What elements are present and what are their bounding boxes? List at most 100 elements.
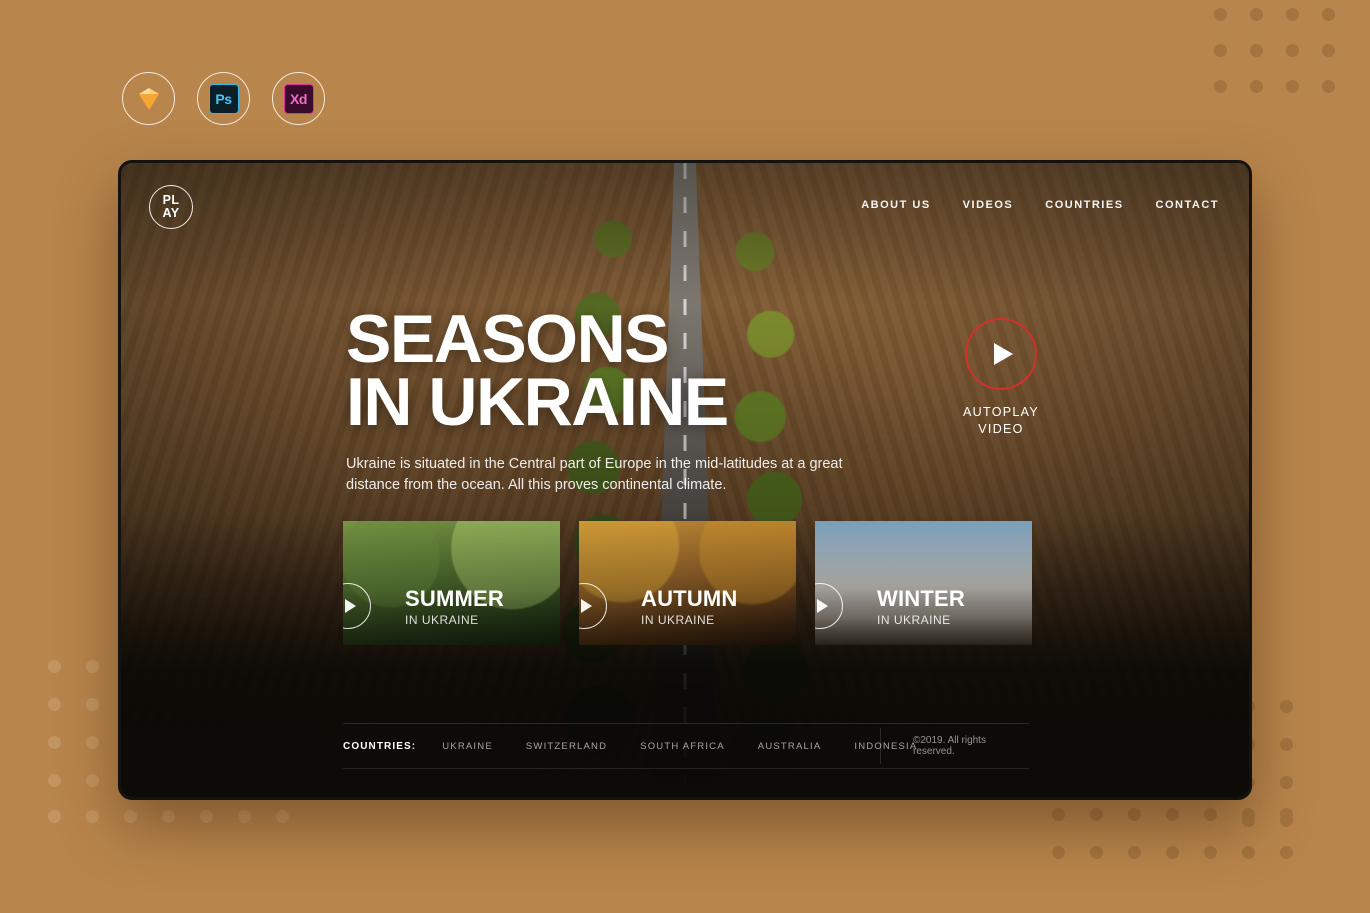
- main-nav: ABOUT US VIDEOS COUNTRIES CONTACT: [861, 199, 1219, 211]
- decorative-dot: [86, 810, 99, 823]
- page-title: SEASONS IN UKRAINE: [346, 305, 858, 441]
- decorative-dot: [1280, 776, 1293, 789]
- decorative-dot: [1052, 808, 1065, 821]
- hero-subtitle: Ukraine is situated in the Central part …: [346, 456, 843, 494]
- decorative-dot: [1322, 80, 1335, 93]
- hero-headline-block: SEASONS IN UKRAINE Ukraine is situated i…: [346, 305, 858, 496]
- autumn-card-title: AUTUMN: [641, 586, 738, 611]
- autumn-card-text: AUTUMN IN UKRAINE: [641, 586, 738, 628]
- decorative-dot: [1214, 80, 1227, 93]
- decorative-dot: [1322, 44, 1335, 57]
- decorative-dot: [86, 736, 99, 749]
- decorative-dot: [1322, 8, 1335, 21]
- decorative-dot: [1242, 846, 1255, 859]
- dot-grid-top-right: [1214, 8, 1358, 116]
- decorative-dot: [1128, 808, 1141, 821]
- footer-country-ukraine[interactable]: UKRAINE: [442, 741, 493, 752]
- decorative-dot: [1090, 808, 1103, 821]
- decorative-dot: [238, 810, 251, 823]
- winter-card-title: WINTER: [877, 586, 965, 611]
- winter-card-subtitle: IN UKRAINE: [877, 613, 951, 627]
- nav-item-countries[interactable]: COUNTRIES: [1045, 199, 1123, 211]
- footer-countries-label: COUNTRIES:: [343, 740, 417, 752]
- decorative-dot: [1214, 44, 1227, 57]
- decorative-dot: [1204, 808, 1217, 821]
- footer-country-indonesia[interactable]: INDONESIA: [854, 741, 917, 752]
- logo-line-2: AY: [162, 206, 180, 220]
- decorative-dot: [1052, 846, 1065, 859]
- decorative-dot: [1204, 846, 1217, 859]
- nav-item-contact[interactable]: CONTACT: [1156, 199, 1219, 211]
- nav-item-about-us[interactable]: ABOUT US: [861, 199, 930, 211]
- hero-title-line-2: IN UKRAINE: [346, 364, 729, 441]
- photoshop-icon[interactable]: Ps: [197, 72, 250, 125]
- site-footer: COUNTRIES: UKRAINE SWITZERLAND SOUTH AFR…: [343, 723, 1029, 769]
- decorative-dot: [1166, 808, 1179, 821]
- dot-grid-bottom-left: [48, 810, 314, 848]
- winter-play-triangle-icon: [816, 599, 828, 613]
- winter-card-text: WINTER IN UKRAINE: [877, 586, 965, 628]
- summer-play-triangle-icon: [344, 599, 356, 613]
- decorative-dot: [86, 774, 99, 787]
- logo[interactable]: PL AY: [149, 185, 193, 229]
- decorative-dot: [1286, 80, 1299, 93]
- footer-country-switzerland[interactable]: SWITZERLAND: [526, 741, 607, 752]
- summer-card-title: SUMMER: [405, 586, 504, 611]
- decorative-dot: [1166, 846, 1179, 859]
- sketch-diamond-icon: [138, 87, 159, 110]
- decorative-dot: [1286, 44, 1299, 57]
- decorative-dot: [200, 810, 213, 823]
- decorative-dot: [48, 736, 61, 749]
- footer-country-australia[interactable]: AUSTRALIA: [758, 741, 822, 752]
- decorative-dot: [1280, 738, 1293, 751]
- dot-grid-left: [48, 660, 124, 812]
- season-card-list: SUMMER IN UKRAINE AUTUMN IN UKRAINE WINT…: [343, 521, 1032, 645]
- summer-card-subtitle: IN UKRAINE: [405, 613, 479, 627]
- decorative-dot: [48, 698, 61, 711]
- play-icon[interactable]: [965, 318, 1037, 390]
- summer-card-text: SUMMER IN UKRAINE: [405, 586, 504, 628]
- decorative-dot: [86, 698, 99, 711]
- xd-badge-label: Xd: [283, 83, 314, 114]
- season-card-winter[interactable]: WINTER IN UKRAINE: [815, 521, 1032, 645]
- decorative-dot: [1280, 846, 1293, 859]
- decorative-dot: [86, 660, 99, 673]
- footer-vertical-divider: [880, 728, 881, 764]
- site-header: PL AY ABOUT US VIDEOS COUNTRIES CONTACT: [149, 185, 1219, 237]
- decorative-dot: [48, 774, 61, 787]
- autumn-play-triangle-icon: [580, 599, 592, 613]
- decorative-dot: [1250, 8, 1263, 21]
- footer-divider-bottom: [343, 768, 1029, 769]
- decorative-dot: [1214, 8, 1227, 21]
- dot-grid-bottom-right: [1052, 808, 1318, 884]
- autoplay-label: AUTOPLAY VIDEO: [931, 404, 1071, 437]
- decorative-dot: [1280, 808, 1293, 821]
- decorative-dot: [48, 660, 61, 673]
- nav-item-videos[interactable]: VIDEOS: [963, 199, 1014, 211]
- season-card-autumn[interactable]: AUTUMN IN UKRAINE: [579, 521, 796, 645]
- decorative-dot: [1242, 808, 1255, 821]
- autoplay-label-line-2: VIDEO: [978, 421, 1024, 436]
- app-format-badges: Ps Xd: [122, 72, 325, 125]
- footer-country-south-africa[interactable]: SOUTH AFRICA: [640, 741, 725, 752]
- photoshop-badge-label: Ps: [208, 83, 239, 114]
- decorative-dot: [276, 810, 289, 823]
- decorative-dot: [1286, 8, 1299, 21]
- decorative-dot: [1250, 44, 1263, 57]
- autoplay-label-line-1: AUTOPLAY: [963, 405, 1039, 419]
- decorative-dot: [48, 810, 61, 823]
- decorative-dot: [124, 810, 137, 823]
- decorative-dot: [1128, 846, 1141, 859]
- decorative-dot: [1090, 846, 1103, 859]
- season-card-summer[interactable]: SUMMER IN UKRAINE: [343, 521, 560, 645]
- play-triangle-icon: [994, 343, 1013, 365]
- browser-window: PL AY ABOUT US VIDEOS COUNTRIES CONTACT …: [118, 160, 1252, 800]
- decorative-dot: [1250, 80, 1263, 93]
- decorative-dot: [1280, 700, 1293, 713]
- sketch-icon[interactable]: [122, 72, 175, 125]
- autoplay-video-button[interactable]: AUTOPLAY VIDEO: [931, 318, 1071, 437]
- autumn-card-subtitle: IN UKRAINE: [641, 613, 715, 627]
- xd-icon[interactable]: Xd: [272, 72, 325, 125]
- decorative-dot: [162, 810, 175, 823]
- copyright-text: ©2019. All rights reserved.: [913, 735, 986, 757]
